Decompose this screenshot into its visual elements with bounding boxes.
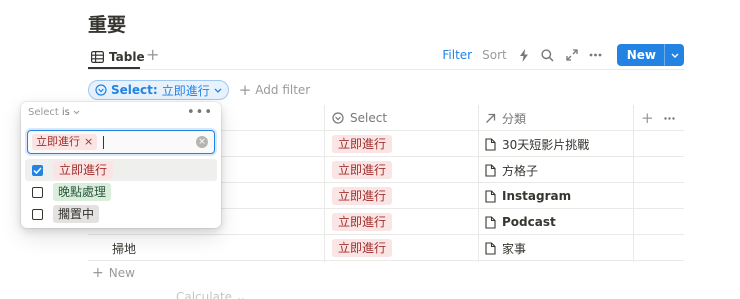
category-cell[interactable]: 30天短影片挑戰 xyxy=(485,131,589,157)
option-item[interactable]: 立即進行 xyxy=(25,159,217,181)
category-cell[interactable]: 家事 xyxy=(485,235,526,261)
page-icon xyxy=(485,163,496,177)
add-column-button[interactable]: + xyxy=(641,105,654,131)
add-filter-label: Add filter xyxy=(255,83,311,97)
option-tag: 立即進行 xyxy=(53,161,114,179)
chevron-down-icon xyxy=(214,88,222,93)
relation-arrow-icon xyxy=(485,113,496,124)
add-filter-button[interactable]: + Add filter xyxy=(238,80,311,99)
page-icon xyxy=(485,241,496,255)
chevron-down-icon xyxy=(73,110,80,115)
remove-chip-icon[interactable]: × xyxy=(84,135,93,149)
new-button[interactable]: New xyxy=(616,44,684,66)
filter-chip-value: 立即進行 xyxy=(161,83,210,98)
select-tag: 立即進行 xyxy=(332,187,393,205)
tab-table[interactable]: Table xyxy=(91,46,145,68)
more-options-icon[interactable] xyxy=(589,48,603,62)
filter-chip-property: Select: xyxy=(111,83,158,97)
option-tag: 晚點處理 xyxy=(53,183,112,201)
category-cell[interactable]: Podcast xyxy=(485,209,556,235)
view-bar: Table + Filter Sort New xyxy=(88,44,684,70)
view-toolbar: Filter Sort New xyxy=(442,44,684,66)
select-cell[interactable]: 立即進行 xyxy=(332,131,393,157)
calculate-label: Calculate xyxy=(176,290,233,299)
option-item[interactable]: 晚點處理 xyxy=(25,181,217,203)
expand-icon[interactable] xyxy=(565,48,579,62)
selected-value-label: 立即進行 xyxy=(36,135,80,148)
filter-chip-select[interactable]: Select: 立即進行 xyxy=(88,80,229,100)
text-cursor xyxy=(103,135,105,149)
page-icon xyxy=(485,137,496,151)
checkbox[interactable] xyxy=(32,186,43,198)
filter-operator: is xyxy=(61,107,70,118)
chevron-down-icon: ⌄ xyxy=(235,290,246,299)
search-icon[interactable] xyxy=(541,48,555,62)
option-tag: 擱置中 xyxy=(53,205,100,223)
select-tag: 立即進行 xyxy=(332,239,393,257)
column-options-icon[interactable] xyxy=(664,105,675,131)
filter-button[interactable]: Filter xyxy=(442,48,472,62)
category-cell[interactable]: Instagram xyxy=(485,183,571,209)
filter-row: Select: 立即進行 + Add filter xyxy=(88,80,310,100)
category-link: 方格子 xyxy=(502,163,539,178)
name-cell[interactable]: 掃地 xyxy=(112,235,136,261)
add-view-button[interactable]: + xyxy=(146,45,159,64)
view-bar-divider xyxy=(88,69,684,70)
select-property-icon xyxy=(95,84,107,96)
new-row-label: New xyxy=(108,266,135,280)
select-cell[interactable]: 立即進行 xyxy=(332,157,393,183)
table-row[interactable]: 掃地 立即進行 家事 xyxy=(88,235,684,261)
plus-icon: + xyxy=(92,265,104,281)
select-tag: 立即進行 xyxy=(332,161,393,179)
plus-icon: + xyxy=(238,80,252,99)
clear-input-icon[interactable]: × xyxy=(196,136,208,148)
filter-value-input[interactable]: 立即進行 × × xyxy=(27,130,215,154)
column-header-category[interactable]: 分類 xyxy=(485,105,526,131)
select-tag: 立即進行 xyxy=(332,135,393,153)
new-row-button[interactable]: + New xyxy=(92,262,135,284)
option-item[interactable]: 擱置中 xyxy=(25,203,217,225)
category-link: 30天短影片挑戰 xyxy=(502,137,590,152)
page-icon xyxy=(485,189,496,203)
page-title: 重要 xyxy=(88,14,127,36)
row-name: 掃地 xyxy=(112,241,137,256)
filter-popover: Select is ••• 立即進行 × × 立即進行 晚點處理 擱置中 xyxy=(21,102,221,228)
column-header-select[interactable]: Select xyxy=(332,105,387,131)
category-link: 家事 xyxy=(502,241,527,256)
select-tag: 立即進行 xyxy=(332,213,393,231)
column-header-category-label: 分類 xyxy=(502,111,527,126)
select-cell[interactable]: 立即進行 xyxy=(332,235,393,261)
table-icon xyxy=(91,51,104,63)
checkbox-checked[interactable] xyxy=(32,164,43,176)
selected-value-chip: 立即進行 × xyxy=(32,134,98,150)
page-icon xyxy=(485,215,496,229)
checkbox[interactable] xyxy=(32,208,43,220)
chevron-down-icon[interactable] xyxy=(664,44,684,66)
category-link: Podcast xyxy=(502,215,556,229)
column-header-select-label: Select xyxy=(350,111,388,125)
automation-icon[interactable] xyxy=(517,48,531,62)
select-cell[interactable]: 立即進行 xyxy=(332,209,393,235)
sort-button[interactable]: Sort xyxy=(482,48,507,62)
select-property-icon xyxy=(332,112,344,124)
calculate-button[interactable]: Calculate ⌄ xyxy=(176,290,246,299)
filter-property-label: Select xyxy=(28,107,59,118)
tab-table-label: Table xyxy=(109,50,145,64)
popover-more-icon[interactable]: ••• xyxy=(187,105,213,120)
filter-condition[interactable]: Select is xyxy=(28,107,80,118)
select-cell[interactable]: 立即進行 xyxy=(332,183,393,209)
new-button-label: New xyxy=(626,48,656,62)
category-link: Instagram xyxy=(502,189,572,203)
category-cell[interactable]: 方格子 xyxy=(485,157,538,183)
